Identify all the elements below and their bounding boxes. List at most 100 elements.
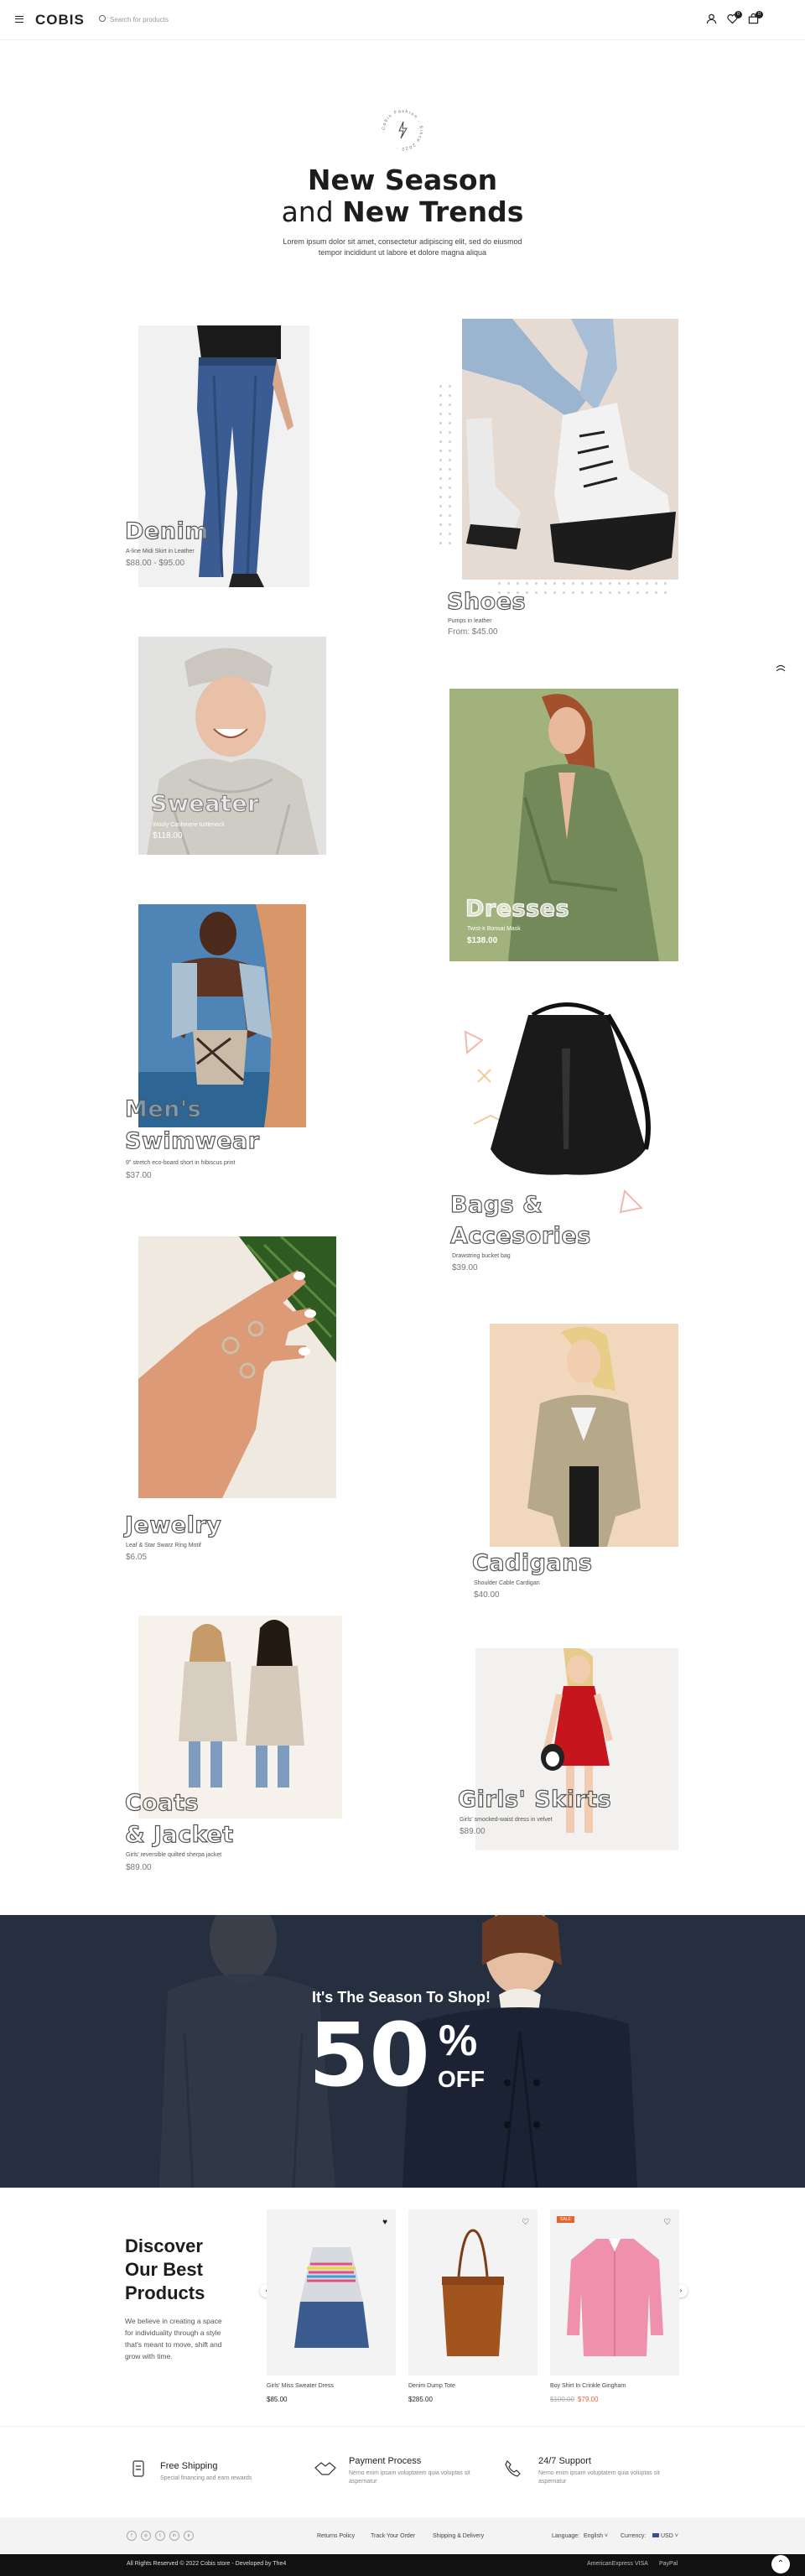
menu-icon[interactable]: [15, 16, 23, 23]
pinterest-icon[interactable]: p: [184, 2531, 194, 2541]
category-title-coats-l1[interactable]: Coats: [124, 1788, 199, 1819]
stamp-text: Cobis Fashion · Since 2022 ·: [382, 109, 423, 151]
service-sub: Special financing and earn rewards: [160, 2475, 252, 2481]
currency-select[interactable]: USD ˅: [652, 2533, 678, 2539]
category-title-cardigans[interactable]: Cadigans: [471, 1548, 592, 1579]
cart-count-badge: 0: [756, 11, 763, 18]
payment-visa: VISA: [635, 2561, 648, 2567]
banner-percent-sign: %: [439, 2017, 478, 2065]
category-title-denim[interactable]: Denim: [124, 517, 209, 547]
category-desc: Girls' reversible quilted sherpa jacket: [126, 1852, 222, 1858]
category-title-shoes[interactable]: Shoes: [446, 587, 526, 617]
search-icon[interactable]: [99, 15, 106, 22]
product-price: $79.00: [577, 2396, 599, 2403]
product-card[interactable]: ♡: [408, 2209, 538, 2376]
facebook-icon[interactable]: f: [127, 2531, 137, 2541]
category-desc: Pumps in leather: [448, 618, 492, 624]
category-desc: A-line Midi Skirt in Leather: [126, 549, 195, 554]
flag-icon: [652, 2533, 659, 2537]
hero-title-line2: and New Trends: [0, 196, 805, 228]
hero-subtitle: Lorem ipsum dolor sit amet, consectetur …: [283, 237, 522, 257]
category-desc: Wooly Cashmere turtleneck: [153, 822, 225, 828]
category-price: $40.00: [474, 1590, 500, 1600]
dot-pattern: [436, 382, 454, 549]
twitter-icon[interactable]: t: [155, 2531, 165, 2541]
service-sub: Nemo enim ipsam voluptatem quia voluptas…: [538, 2470, 660, 2485]
logo[interactable]: COBIS: [35, 12, 85, 29]
category-price: $118.00: [153, 831, 183, 840]
jewelry-image[interactable]: [138, 1236, 336, 1498]
instagram-icon[interactable]: ◎: [141, 2531, 151, 2541]
category-desc: 9" stretch eco-board short in hibiscus p…: [126, 1160, 236, 1166]
category-price: $89.00: [126, 1863, 152, 1872]
service-sub: Nemo enim ipsam voluptatem quia voluptas…: [349, 2470, 470, 2485]
category-desc: Drawstring bucket bag: [452, 1253, 511, 1259]
product-price: $85.00: [267, 2396, 288, 2403]
product-old-price: $100.00: [550, 2396, 574, 2403]
cardigans-image[interactable]: [490, 1324, 678, 1547]
category-title-jewelry[interactable]: Jewelry: [124, 1511, 221, 1541]
divider: [0, 2426, 805, 2427]
best-text: We believe in creating a space for indiv…: [125, 2317, 222, 2360]
category-price: $138.00: [467, 936, 498, 945]
category-title-dresses[interactable]: Dresses: [465, 894, 569, 924]
language-select[interactable]: English ˅: [584, 2533, 608, 2539]
cart-icon[interactable]: 0: [748, 11, 763, 29]
account-icon[interactable]: [706, 13, 717, 29]
category-price: From: $45.00: [448, 627, 498, 637]
category-title-swimwear-l1[interactable]: Men's: [124, 1095, 201, 1125]
best-title-line2: Our Best: [125, 2259, 203, 2280]
footer-bottom: All Rights Reserved © 2022 Cobis store -…: [0, 2554, 805, 2576]
wishlist-count-badge: 0: [735, 11, 742, 18]
linkedin-icon[interactable]: in: [169, 2531, 179, 2541]
site-header: COBIS Search for products 0 0: [0, 0, 805, 40]
product-name[interactable]: Boy Shirt In Crinkle Gingham: [550, 2383, 626, 2389]
wishlist-icon[interactable]: 0: [727, 11, 742, 29]
category-title-sweater[interactable]: Sweater: [150, 789, 259, 820]
category-title-bags-l1[interactable]: Bags &: [449, 1190, 543, 1220]
best-title-line3: Products: [125, 2282, 205, 2303]
footer-link-track[interactable]: Track Your Order: [371, 2533, 415, 2539]
wishlist-heart-icon[interactable]: ♡: [663, 2218, 671, 2227]
wishlist-heart-icon[interactable]: ♥: [382, 2218, 387, 2227]
back-to-top-button[interactable]: ⌃: [771, 2555, 790, 2573]
product-name[interactable]: Denim Dump Tote: [408, 2383, 455, 2389]
product-card[interactable]: SALE ♡: [550, 2209, 679, 2376]
footer-link-returns[interactable]: Returns Policy: [317, 2533, 355, 2539]
category-price: $89.00: [460, 1827, 486, 1836]
shoes-image[interactable]: [462, 319, 678, 580]
best-title-line1: Discover: [125, 2235, 203, 2256]
hero-title-plain: and: [281, 195, 343, 228]
language-value: English: [584, 2533, 603, 2539]
support-icon: [503, 2459, 523, 2482]
hero-title-bold: New Trends: [342, 195, 524, 228]
category-title-girls-skirts[interactable]: Girls' Skirts: [457, 1785, 611, 1815]
banner-off: OFF: [438, 2066, 485, 2092]
payment-amex: AmericanExpress: [587, 2561, 633, 2567]
currency-value: USD: [661, 2533, 673, 2539]
brand-stamp: Cobis Fashion · Since 2022 ·: [377, 105, 428, 155]
product-name[interactable]: Girls' Miss Sweater Dress: [267, 2383, 334, 2389]
category-price: $39.00: [452, 1263, 478, 1272]
hero-title-line1: New Season: [307, 164, 498, 196]
payment-paypal: PayPal: [659, 2561, 678, 2567]
footer: f ◎ t in p Returns Policy Track Your Ord…: [0, 2517, 805, 2554]
promo-banner[interactable]: It's The Season To Shop! 50 % OFF: [0, 1915, 805, 2188]
copyright: All Rights Reserved © 2022 Cobis store -…: [127, 2561, 287, 2567]
category-price: $6.05: [126, 1553, 148, 1562]
product-price: $285.00: [408, 2396, 433, 2403]
category-desc: Shoulder Cable Cardigan: [474, 1580, 540, 1586]
scroll-indicator-icon[interactable]: [775, 663, 787, 674]
category-title-coats-l2[interactable]: & Jacket: [124, 1820, 233, 1850]
currency-label: Currency:: [621, 2533, 647, 2539]
category-title-swimwear-l2[interactable]: Swimwear: [124, 1127, 259, 1157]
footer-link-shipping[interactable]: Shipping & Delivery: [433, 2533, 484, 2539]
category-price: $88.00 - $95.00: [126, 559, 185, 568]
product-card[interactable]: ♥: [267, 2209, 396, 2376]
search-input[interactable]: Search for products: [110, 16, 169, 23]
category-price: $37.00: [126, 1171, 152, 1180]
wishlist-heart-icon[interactable]: ♡: [522, 2218, 529, 2227]
category-desc: Leaf & Star Swarz Ring Motif: [126, 1543, 201, 1548]
sale-badge: SALE: [557, 2216, 574, 2223]
category-title-bags-l2[interactable]: Accesories: [449, 1221, 590, 1252]
